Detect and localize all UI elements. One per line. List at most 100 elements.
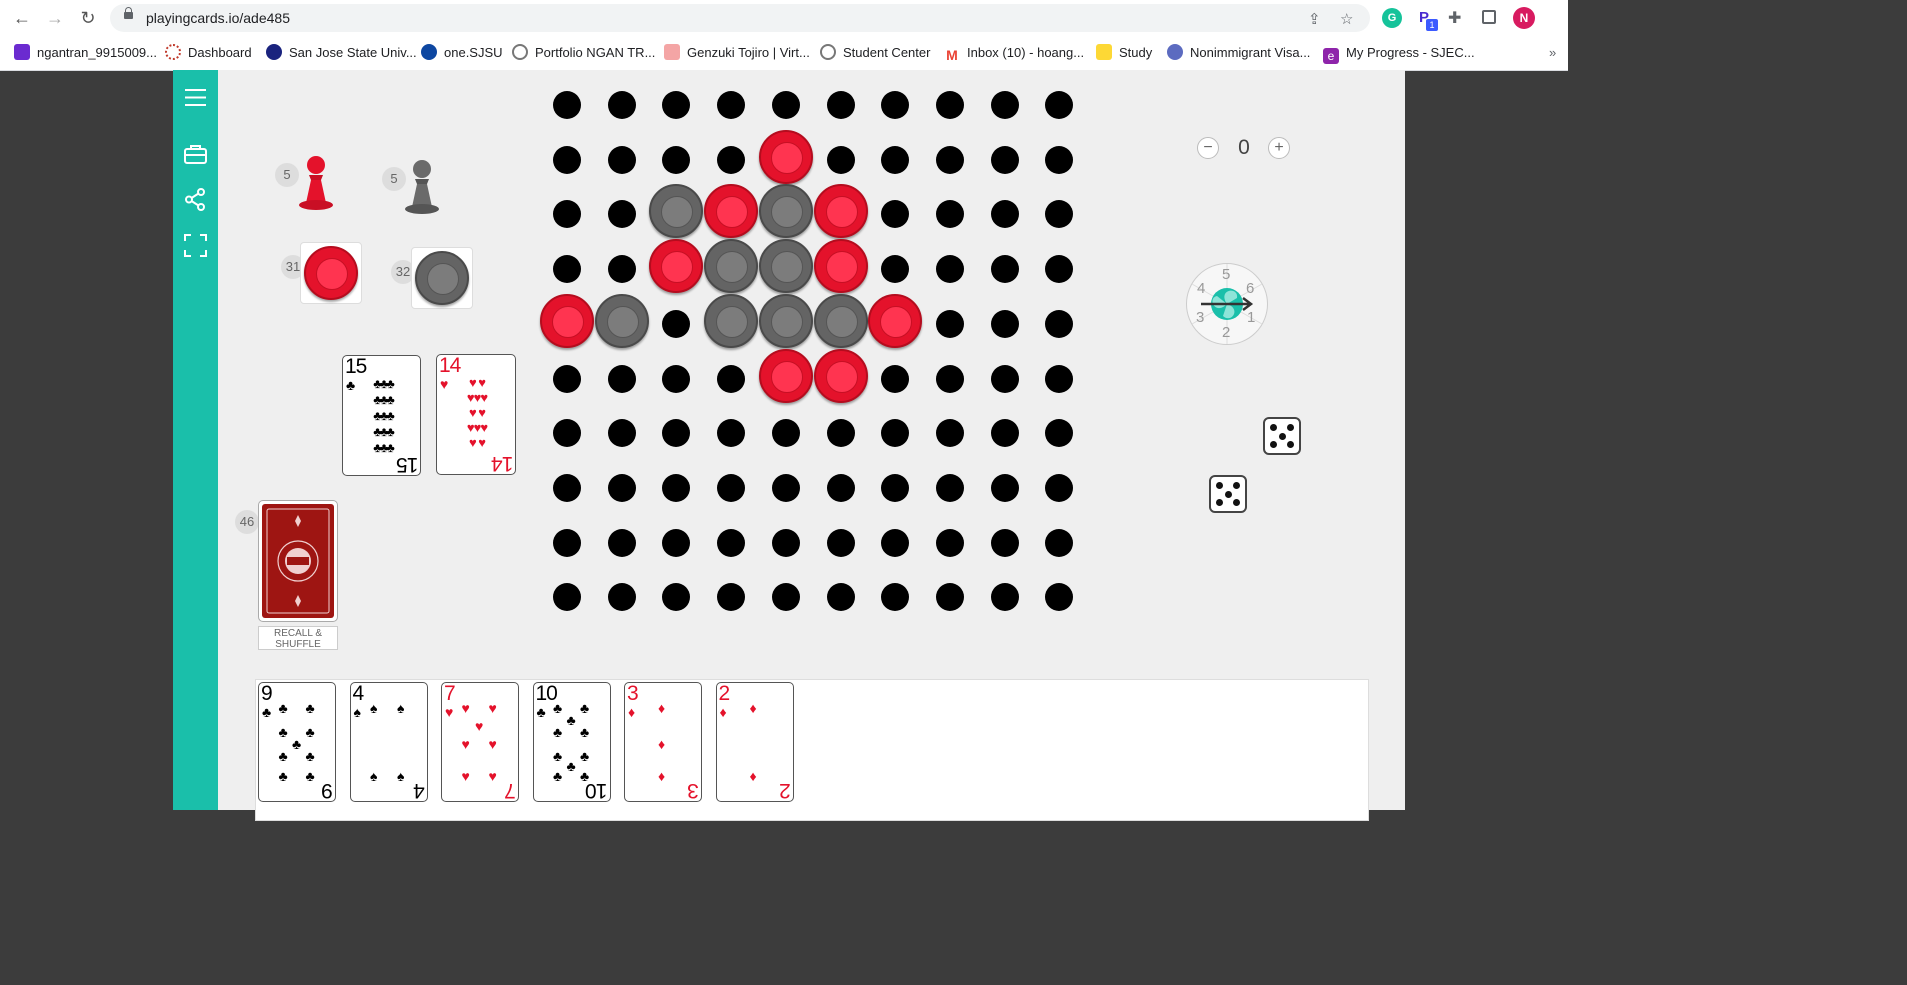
board-hole[interactable] [717, 474, 745, 502]
puzzle-icon[interactable]: ✚ [1448, 8, 1461, 28]
bookmark-item[interactable]: ngantran_9915009... [14, 43, 157, 63]
board-hole[interactable] [936, 365, 964, 393]
board-hole[interactable] [881, 529, 909, 557]
board-hole[interactable] [881, 200, 909, 228]
board-hole[interactable] [936, 200, 964, 228]
gray-checker[interactable] [704, 239, 758, 293]
reload-icon[interactable]: ↻ [78, 8, 98, 28]
counter-minus-button[interactable]: − [1197, 137, 1219, 159]
board-hole[interactable] [936, 91, 964, 119]
board-hole[interactable] [553, 200, 581, 228]
board-hole[interactable] [662, 583, 690, 611]
gray-checker[interactable] [759, 294, 813, 348]
die[interactable] [1209, 475, 1247, 513]
red-checker[interactable] [540, 294, 594, 348]
board-hole[interactable] [608, 146, 636, 174]
red-checker[interactable] [814, 349, 868, 403]
deck[interactable] [258, 500, 338, 622]
bookmark-item[interactable]: Nonimmigrant Visa... [1167, 43, 1310, 63]
share-icon[interactable]: ⇪ [1308, 10, 1321, 28]
board-hole[interactable] [662, 91, 690, 119]
board-hole[interactable] [662, 529, 690, 557]
red-checker[interactable] [649, 239, 703, 293]
board-hole[interactable] [553, 474, 581, 502]
board-hole[interactable] [1045, 529, 1073, 557]
briefcase-icon[interactable] [183, 142, 208, 167]
address-bar[interactable]: playingcards.io/ade485 ⇪ ☆ [110, 4, 1370, 32]
hand-card[interactable]: 10 ♣ ♣ ♣ ♣ ♣ ♣ ♣ ♣ ♣ ♣ ♣ 10 [532, 682, 611, 802]
counter-plus-button[interactable]: + [1268, 137, 1290, 159]
board-hole[interactable] [991, 255, 1019, 283]
board-hole[interactable] [1045, 474, 1073, 502]
gray-checker[interactable] [704, 294, 758, 348]
red-checker[interactable] [304, 246, 358, 300]
red-checker[interactable] [704, 184, 758, 238]
gray-pawn-icon[interactable] [404, 157, 440, 215]
board-hole[interactable] [717, 583, 745, 611]
red-checker[interactable] [759, 349, 813, 403]
board-hole[interactable] [827, 146, 855, 174]
share-icon[interactable] [183, 187, 208, 212]
bookmark-item[interactable]: one.SJSU [421, 43, 503, 63]
board-hole[interactable] [717, 365, 745, 393]
red-checker[interactable] [868, 294, 922, 348]
board-hole[interactable] [881, 91, 909, 119]
recall-shuffle-button[interactable]: RECALL & SHUFFLE [258, 626, 338, 650]
gray-checker[interactable] [814, 294, 868, 348]
board-hole[interactable] [662, 474, 690, 502]
profile-avatar[interactable]: N [1513, 7, 1535, 29]
gray-checker[interactable] [759, 184, 813, 238]
board-hole[interactable] [553, 419, 581, 447]
grammarly-extension-icon[interactable]: G [1382, 8, 1402, 28]
board-hole[interactable] [1045, 365, 1073, 393]
die[interactable] [1263, 417, 1301, 455]
gray-checker[interactable] [595, 294, 649, 348]
board-hole[interactable] [881, 419, 909, 447]
board-hole[interactable] [881, 583, 909, 611]
board-hole[interactable] [936, 583, 964, 611]
board-hole[interactable] [1045, 310, 1073, 338]
more-bookmarks-icon[interactable]: » [1549, 43, 1556, 63]
board-hole[interactable] [936, 255, 964, 283]
red-pawn-icon[interactable] [298, 153, 334, 211]
board-hole[interactable] [608, 200, 636, 228]
board-hole[interactable] [936, 474, 964, 502]
board-hole[interactable] [553, 529, 581, 557]
gray-checker-stack[interactable] [411, 247, 473, 309]
board-hole[interactable] [991, 529, 1019, 557]
clubs-card[interactable]: 15 ♣ ♣♣♣ ♣♣♣ ♣♣♣ ♣♣♣ ♣♣♣ 15 [342, 355, 421, 476]
hand-card[interactable]: 4 ♠ ♠ ♠ ♠ ♠ 4 [349, 682, 428, 802]
board-hole[interactable] [936, 310, 964, 338]
board-hole[interactable] [553, 255, 581, 283]
board-hole[interactable] [936, 529, 964, 557]
side-panel-icon[interactable] [1482, 10, 1496, 24]
board-hole[interactable] [662, 310, 690, 338]
hand-card[interactable]: 7 ♥ ♥ ♥ ♥ ♥ ♥ ♥ ♥ 7 [441, 682, 519, 802]
board-hole[interactable] [991, 146, 1019, 174]
board-hole[interactable] [1045, 419, 1073, 447]
board-hole[interactable] [553, 365, 581, 393]
board-hole[interactable] [608, 91, 636, 119]
bookmark-star-icon[interactable]: ☆ [1340, 10, 1353, 28]
board-hole[interactable] [608, 365, 636, 393]
board-hole[interactable] [717, 91, 745, 119]
board-hole[interactable] [827, 419, 855, 447]
bookmark-item[interactable]: Study [1096, 43, 1152, 63]
bookmark-item[interactable]: Student Center [820, 43, 930, 63]
board-hole[interactable] [662, 365, 690, 393]
gray-checker[interactable] [649, 184, 703, 238]
bookmark-item[interactable]: M Inbox (10) - hoang... [944, 43, 1084, 63]
board-hole[interactable] [991, 583, 1019, 611]
board-hole[interactable] [1045, 583, 1073, 611]
board-hole[interactable] [881, 365, 909, 393]
hearts-card[interactable]: 14 ♥ ♥ ♥ ♥♥♥ ♥ ♥ ♥♥♥ ♥ ♥ 14 [436, 354, 516, 475]
board-hole[interactable] [991, 419, 1019, 447]
red-checker[interactable] [759, 130, 813, 184]
board-hole[interactable] [772, 419, 800, 447]
board-hole[interactable] [662, 146, 690, 174]
board-hole[interactable] [717, 529, 745, 557]
fullscreen-icon[interactable] [183, 233, 208, 258]
board-hole[interactable] [991, 365, 1019, 393]
board-hole[interactable] [553, 146, 581, 174]
board-hole[interactable] [608, 583, 636, 611]
